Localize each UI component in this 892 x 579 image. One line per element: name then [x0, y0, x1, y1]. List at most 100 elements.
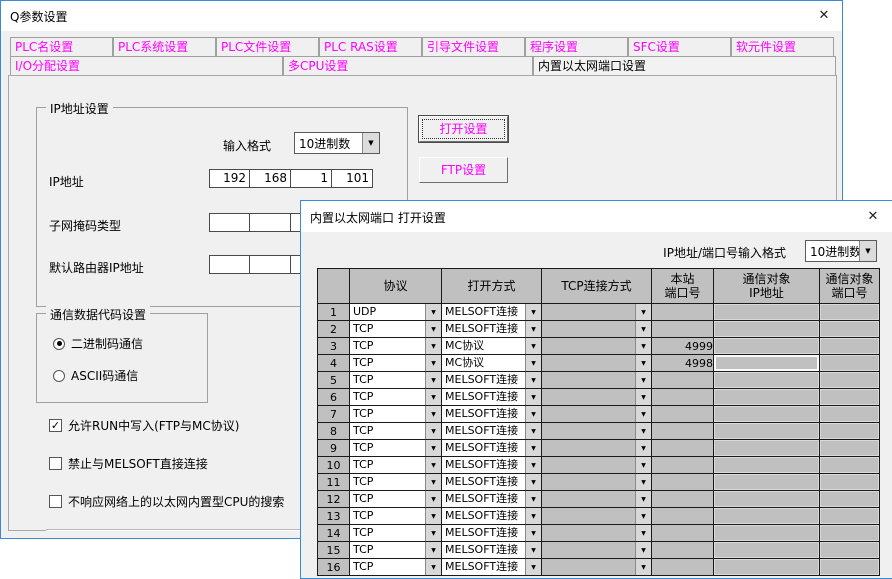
local-port-cell[interactable]	[652, 321, 714, 338]
local-port-cell[interactable]	[652, 542, 714, 559]
ftp-settings-button[interactable]: FTP设置	[419, 157, 508, 183]
chevron-down-icon[interactable]: ▼	[635, 304, 651, 320]
chevron-down-icon[interactable]: ▼	[525, 559, 541, 575]
open-method-select[interactable]: MELSOFT连接▼	[442, 389, 542, 406]
chevron-down-icon[interactable]: ▼	[525, 389, 541, 405]
open-method-select[interactable]: MELSOFT连接▼	[442, 474, 542, 491]
tcp-connection-select[interactable]: ▼	[542, 559, 652, 576]
chevron-down-icon[interactable]: ▼	[425, 321, 441, 337]
tcp-connection-select[interactable]: ▼	[542, 423, 652, 440]
subnet-octet-1[interactable]	[209, 213, 250, 232]
target-port-cell[interactable]	[820, 474, 880, 491]
open-method-select[interactable]: MELSOFT连接▼	[442, 525, 542, 542]
protocol-select[interactable]: UDP▼	[350, 304, 442, 321]
protocol-select[interactable]: TCP▼	[350, 338, 442, 355]
chevron-down-icon[interactable]: ▼	[635, 338, 651, 354]
chevron-down-icon[interactable]: ▼	[425, 440, 441, 456]
target-ip-cell[interactable]	[714, 338, 820, 355]
protocol-select[interactable]: TCP▼	[350, 559, 442, 576]
protocol-select[interactable]: TCP▼	[350, 525, 442, 542]
tcp-connection-select[interactable]: ▼	[542, 457, 652, 474]
close-icon[interactable]: ✕	[808, 4, 840, 28]
local-port-cell[interactable]: 4998	[652, 355, 714, 372]
chevron-down-icon[interactable]: ▼	[425, 389, 441, 405]
target-ip-cell[interactable]	[714, 440, 820, 457]
enable-run-write-checkbox[interactable]: ✓ 允许RUN中写入(FTP与MC协议)	[49, 417, 239, 434]
target-port-cell[interactable]	[820, 559, 880, 576]
chevron-down-icon[interactable]: ▼	[425, 559, 441, 575]
target-ip-cell[interactable]	[714, 491, 820, 508]
tcp-connection-select[interactable]: ▼	[542, 338, 652, 355]
subnet-octet-2[interactable]	[250, 213, 291, 232]
tcp-connection-select[interactable]: ▼	[542, 542, 652, 559]
chevron-down-icon[interactable]: ▼	[635, 542, 651, 558]
local-port-cell[interactable]	[652, 491, 714, 508]
target-port-cell[interactable]	[820, 440, 880, 457]
protocol-select[interactable]: TCP▼	[350, 440, 442, 457]
tab-row2-2[interactable]: 内置以太网端口设置	[533, 56, 836, 75]
chevron-down-icon[interactable]: ▼	[425, 542, 441, 558]
local-port-cell[interactable]	[652, 406, 714, 423]
tcp-connection-select[interactable]: ▼	[542, 508, 652, 525]
radio-unselected-icon[interactable]	[53, 370, 65, 382]
chevron-down-icon[interactable]: ▼	[525, 440, 541, 456]
target-ip-cell[interactable]	[714, 372, 820, 389]
tcp-connection-select[interactable]: ▼	[542, 355, 652, 372]
chevron-down-icon[interactable]: ▼	[425, 457, 441, 473]
target-ip-cell[interactable]	[714, 389, 820, 406]
chevron-down-icon[interactable]: ▼	[525, 491, 541, 507]
target-ip-cell[interactable]	[714, 355, 820, 372]
chevron-down-icon[interactable]: ▼	[425, 423, 441, 439]
local-port-cell[interactable]	[652, 372, 714, 389]
router-octet-2[interactable]	[250, 255, 291, 274]
tab-5[interactable]: 程序设置	[525, 37, 628, 56]
tcp-connection-select[interactable]: ▼	[542, 491, 652, 508]
target-port-cell[interactable]	[820, 372, 880, 389]
chevron-down-icon[interactable]: ▼	[425, 491, 441, 507]
tab-7[interactable]: 软元件设置	[731, 37, 834, 56]
protocol-select[interactable]: TCP▼	[350, 457, 442, 474]
chevron-down-icon[interactable]: ▼	[635, 457, 651, 473]
chevron-down-icon[interactable]: ▼	[425, 372, 441, 388]
target-port-cell[interactable]	[820, 542, 880, 559]
chevron-down-icon[interactable]: ▼	[635, 321, 651, 337]
chevron-down-icon[interactable]: ▼	[525, 542, 541, 558]
tcp-connection-select[interactable]: ▼	[542, 389, 652, 406]
protocol-select[interactable]: TCP▼	[350, 406, 442, 423]
tcp-connection-select[interactable]: ▼	[542, 372, 652, 389]
tab-row2-1[interactable]: 多CPU设置	[283, 56, 533, 75]
chevron-down-icon[interactable]: ▼	[525, 474, 541, 490]
open-method-select[interactable]: MELSOFT连接▼	[442, 508, 542, 525]
chevron-down-icon[interactable]: ▼	[525, 355, 541, 371]
chevron-down-icon[interactable]: ▼	[425, 525, 441, 541]
chevron-down-icon[interactable]: ▼	[425, 304, 441, 320]
checkbox-unchecked-icon[interactable]	[49, 457, 62, 470]
local-port-cell[interactable]	[652, 457, 714, 474]
target-port-cell[interactable]	[820, 457, 880, 474]
chevron-down-icon[interactable]: ▼	[635, 508, 651, 524]
open-settings-button[interactable]: 打开设置	[419, 116, 508, 142]
target-ip-cell[interactable]	[714, 457, 820, 474]
protocol-select[interactable]: TCP▼	[350, 389, 442, 406]
close-icon[interactable]: ✕	[857, 205, 889, 229]
chevron-down-icon[interactable]: ▼	[425, 406, 441, 422]
local-port-cell[interactable]: 4999	[652, 338, 714, 355]
chevron-down-icon[interactable]: ▼	[635, 440, 651, 456]
chevron-down-icon[interactable]: ▼	[425, 474, 441, 490]
open-method-select[interactable]: MELSOFT连接▼	[442, 321, 542, 338]
ip-octet-4[interactable]: 101	[332, 169, 373, 188]
chevron-down-icon[interactable]: ▼	[635, 355, 651, 371]
ascii-code-radio[interactable]: ASCII码通信	[53, 367, 138, 384]
open-method-select[interactable]: MELSOFT连接▼	[442, 559, 542, 576]
tcp-connection-select[interactable]: ▼	[542, 474, 652, 491]
chevron-down-icon[interactable]: ▼	[525, 525, 541, 541]
target-port-cell[interactable]	[820, 508, 880, 525]
local-port-cell[interactable]	[652, 440, 714, 457]
target-port-cell[interactable]	[820, 406, 880, 423]
open-method-select[interactable]: MELSOFT连接▼	[442, 372, 542, 389]
target-port-cell[interactable]	[820, 423, 880, 440]
dialog-input-format-select[interactable]: 10进制数 ▼	[805, 240, 877, 262]
tab-row2-0[interactable]: I/O分配设置	[10, 56, 283, 75]
tcp-connection-select[interactable]: ▼	[542, 304, 652, 321]
checkbox-checked-icon[interactable]: ✓	[49, 419, 62, 432]
